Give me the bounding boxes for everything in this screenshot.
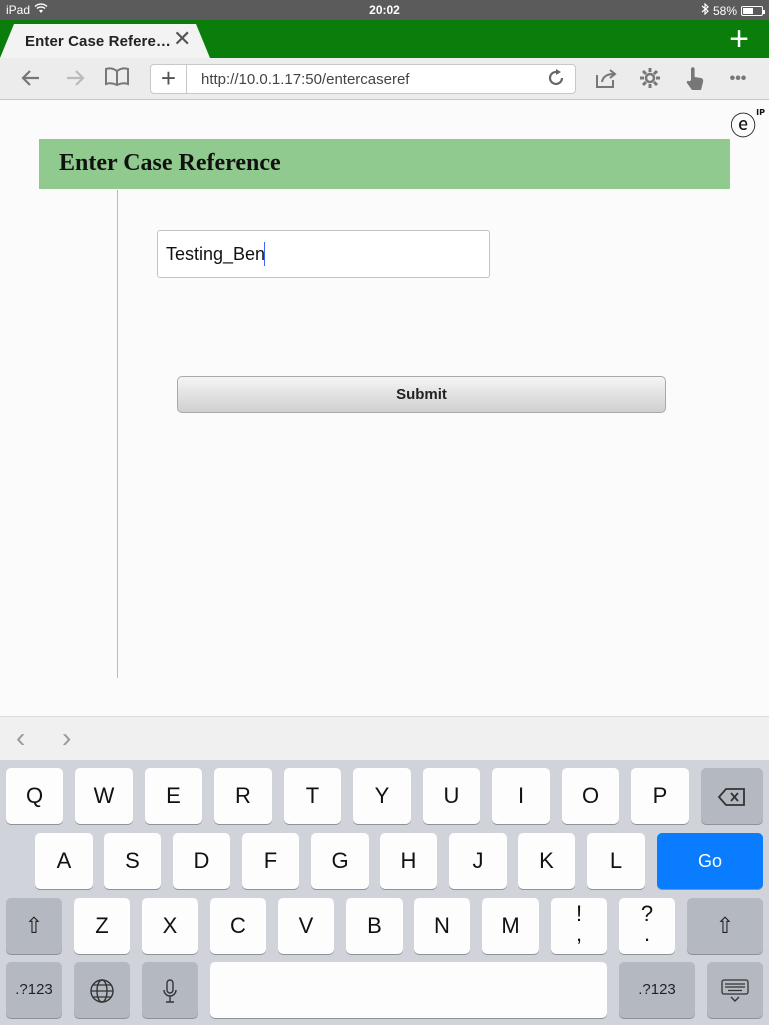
close-tab-icon[interactable]: ✕ — [173, 28, 191, 50]
eip-logo: ⓔIP — [730, 106, 765, 143]
page-header: Enter Case Reference — [39, 139, 730, 189]
touch-pointer-icon[interactable] — [682, 66, 708, 92]
web-page: ⓔIP Enter Case Reference Submit — [0, 100, 769, 716]
microphone-icon — [162, 977, 178, 1002]
key-y[interactable]: Y — [353, 768, 411, 824]
key-d[interactable]: D — [173, 833, 230, 889]
clock: 20:02 — [0, 3, 769, 17]
key-n[interactable]: N — [414, 898, 470, 954]
shift-key-left[interactable]: ⇧ — [6, 898, 62, 954]
backspace-key[interactable] — [701, 768, 763, 824]
tab-enter-case-reference[interactable]: Enter Case Refere… ✕ — [0, 24, 210, 58]
shift-key-right[interactable]: ⇧ — [687, 898, 763, 954]
page-title: Enter Case Reference — [59, 150, 281, 177]
key-s[interactable]: S — [104, 833, 161, 889]
dictation-key[interactable] — [142, 962, 198, 1018]
browser-toolbar: + http://10.0.1.17:50/entercaseref ••• — [0, 58, 769, 100]
hide-keyboard-key[interactable] — [707, 962, 763, 1018]
form-assistant-bar: ‹ › — [0, 716, 769, 760]
new-tab-icon[interactable]: + — [729, 20, 749, 58]
numbers-key-left[interactable]: .?123 — [6, 962, 62, 1018]
on-screen-keyboard: Q W E R T Y U I O P A S D F G H J K L Go… — [0, 760, 769, 1025]
key-r[interactable]: R — [214, 768, 272, 824]
previous-field-icon[interactable]: ‹ — [16, 723, 25, 753]
key-t[interactable]: T — [284, 768, 341, 824]
space-key[interactable] — [210, 962, 607, 1018]
backspace-icon — [717, 783, 747, 808]
key-i[interactable]: I — [492, 768, 550, 824]
bookmarks-icon[interactable] — [104, 66, 130, 92]
margin-line — [117, 190, 118, 678]
key-b[interactable]: B — [346, 898, 403, 954]
url-text[interactable]: http://10.0.1.17:50/entercaseref — [201, 71, 409, 88]
key-z[interactable]: Z — [74, 898, 130, 954]
key-l[interactable]: L — [587, 833, 645, 889]
key-c[interactable]: C — [210, 898, 266, 954]
key-g[interactable]: G — [311, 833, 369, 889]
reload-icon[interactable] — [545, 67, 567, 95]
share-icon[interactable] — [593, 66, 619, 92]
battery-percent: 58% — [713, 4, 737, 18]
case-reference-input[interactable] — [157, 230, 490, 278]
key-j[interactable]: J — [449, 833, 507, 889]
more-menu-icon[interactable]: ••• — [725, 66, 751, 92]
key-m[interactable]: M — [482, 898, 539, 954]
address-bar[interactable]: + http://10.0.1.17:50/entercaseref — [150, 64, 576, 94]
numbers-key-right[interactable]: .?123 — [619, 962, 695, 1018]
back-arrow-icon[interactable] — [18, 66, 44, 92]
go-key[interactable]: Go — [657, 833, 763, 889]
key-o[interactable]: O — [562, 768, 619, 824]
globe-icon — [89, 977, 115, 1002]
tab-title: Enter Case Refere… — [25, 33, 171, 50]
key-x[interactable]: X — [142, 898, 198, 954]
key-question-period[interactable]: ? . — [619, 898, 675, 954]
keyboard-hide-icon — [720, 977, 750, 1002]
key-w[interactable]: W — [75, 768, 133, 824]
bluetooth-icon — [701, 3, 709, 18]
next-field-icon[interactable]: › — [62, 723, 71, 753]
settings-gear-icon[interactable] — [637, 66, 663, 92]
key-u[interactable]: U — [423, 768, 480, 824]
key-q[interactable]: Q — [6, 768, 63, 824]
text-caret — [264, 242, 265, 266]
key-p[interactable]: P — [631, 768, 689, 824]
battery-icon — [741, 6, 763, 16]
key-e[interactable]: E — [145, 768, 202, 824]
key-h[interactable]: H — [380, 833, 437, 889]
status-bar: iPad 20:02 58% — [0, 0, 769, 20]
key-v[interactable]: V — [278, 898, 334, 954]
key-a[interactable]: A — [35, 833, 93, 889]
globe-key[interactable] — [74, 962, 130, 1018]
forward-arrow-icon[interactable] — [62, 66, 88, 92]
key-exclamation-comma[interactable]: ! , — [551, 898, 607, 954]
key-f[interactable]: F — [242, 833, 299, 889]
key-k[interactable]: K — [518, 833, 575, 889]
tab-strip: Enter Case Refere… ✕ + — [0, 20, 769, 58]
submit-button[interactable]: Submit — [177, 376, 666, 413]
add-bookmark-icon[interactable]: + — [151, 65, 187, 93]
